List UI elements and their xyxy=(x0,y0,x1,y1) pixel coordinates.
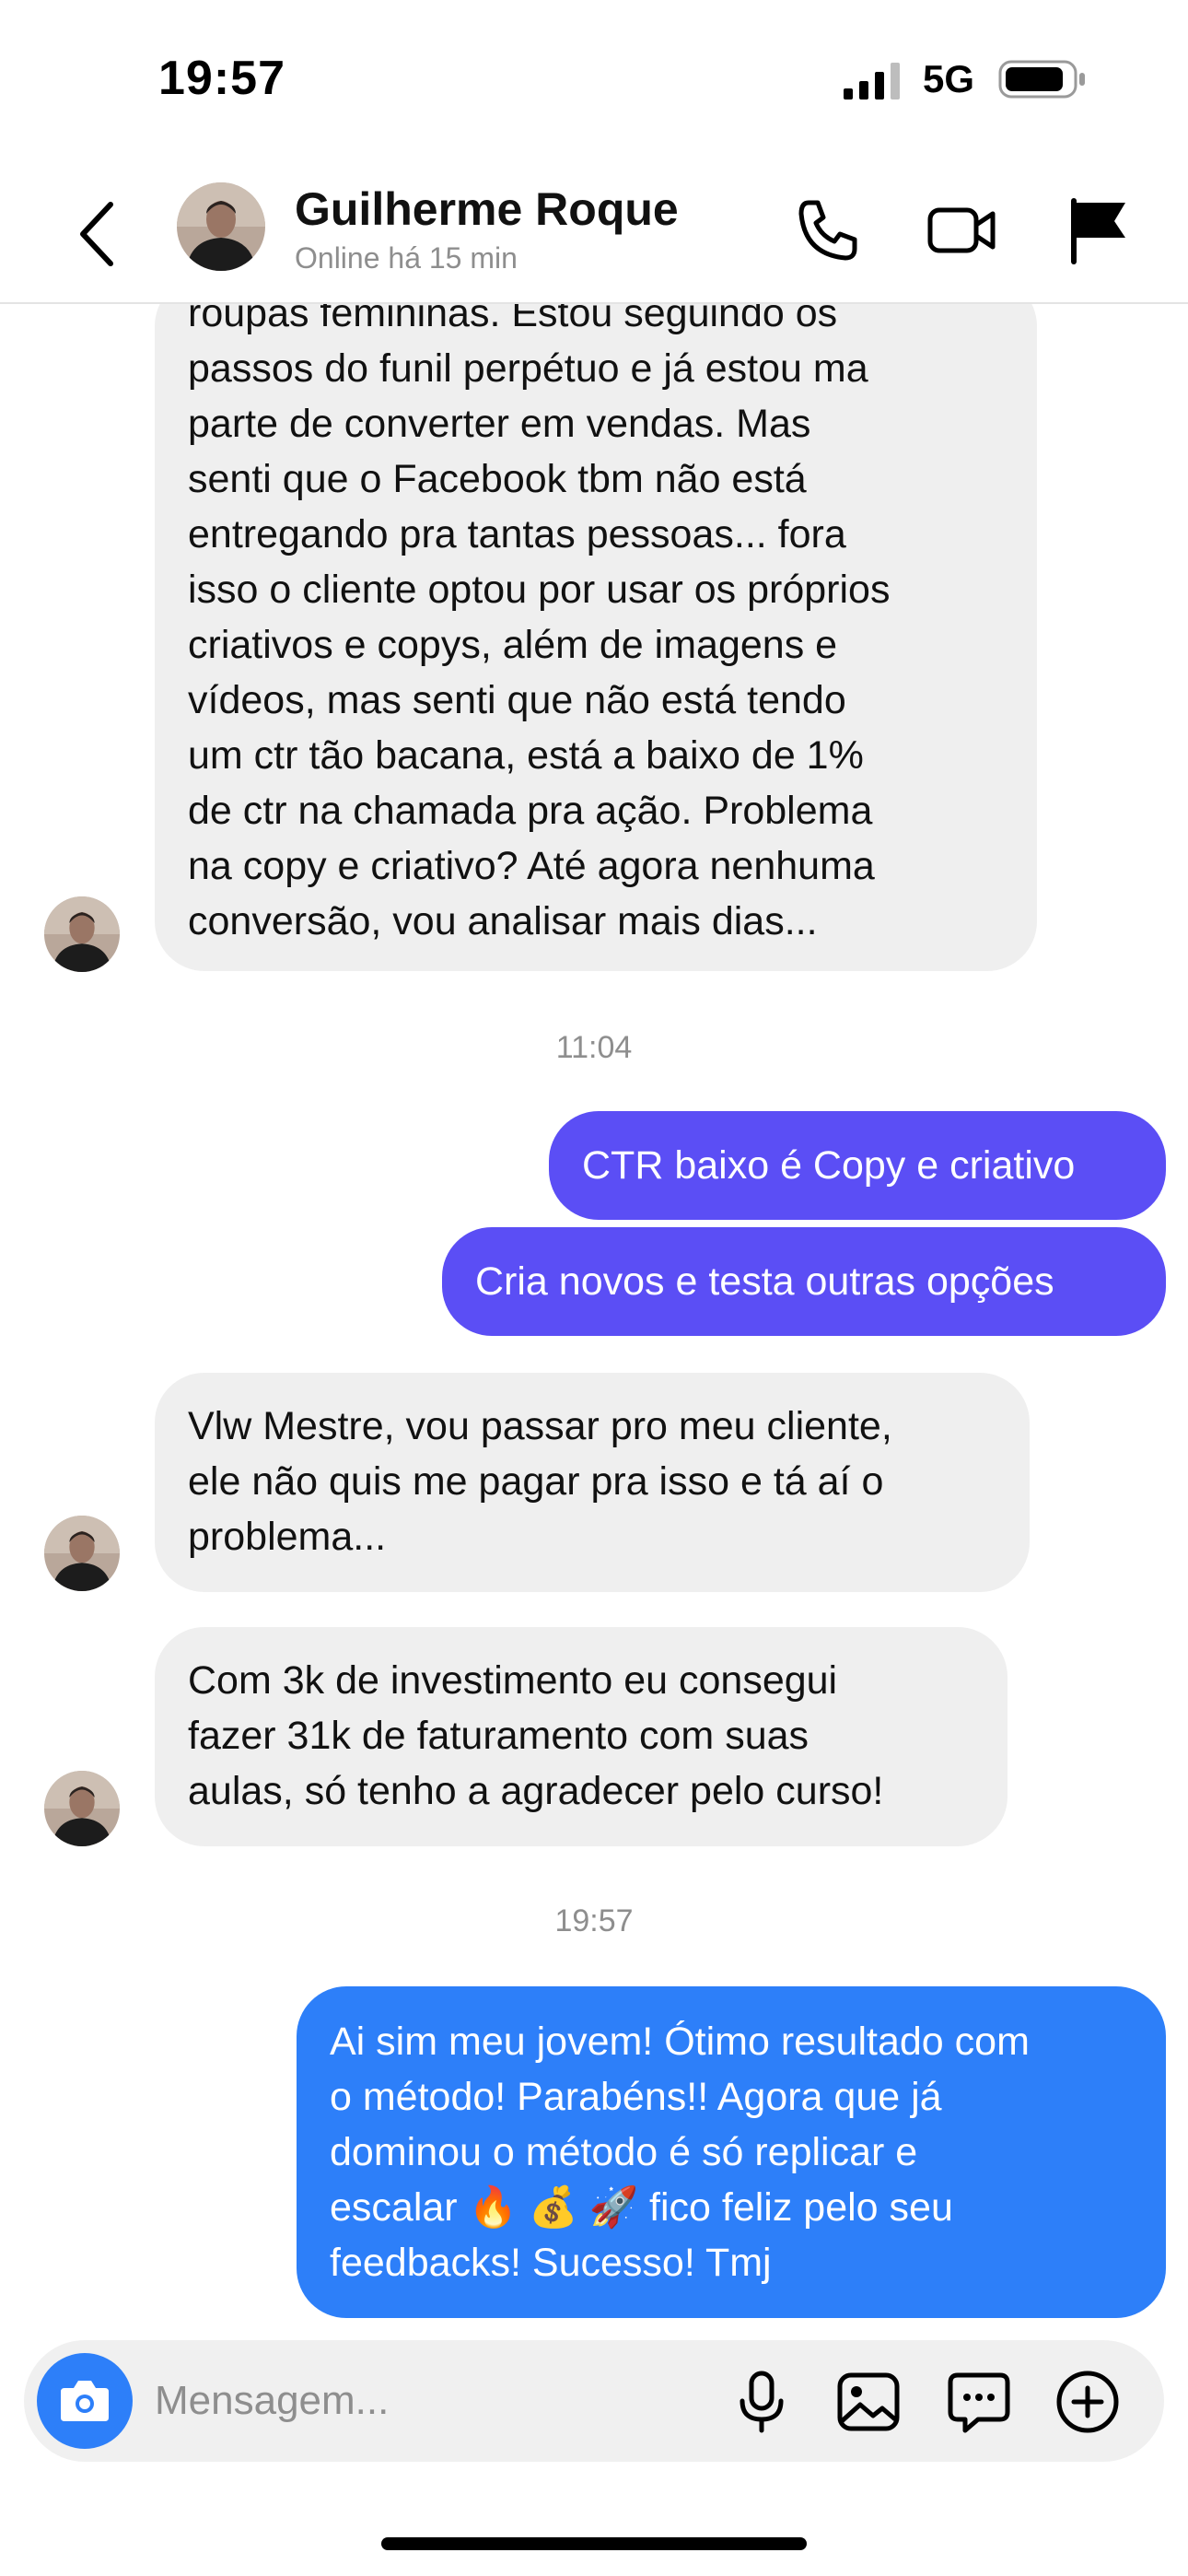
message-line: fazer 31k de faturamento com suas xyxy=(188,1714,809,1758)
message-line: Cria novos e testa outras opções xyxy=(475,1259,1054,1304)
microphone-icon[interactable] xyxy=(728,2368,796,2436)
message-line: de ctr na chamada pra ação. Problema xyxy=(188,789,873,833)
back-icon[interactable] xyxy=(72,197,123,271)
message-timestamp: 19:57 xyxy=(554,1903,634,1938)
message-line: Vlw Mestre, vou passar pro meu cliente, xyxy=(188,1404,892,1448)
message-composer xyxy=(24,2340,1164,2462)
message-line: o método! Parabéns!! Agora que já xyxy=(330,2075,942,2119)
message-line: feedbacks! Sucesso! Tmj xyxy=(330,2241,772,2285)
contact-name[interactable]: Guilherme Roque xyxy=(295,182,679,236)
message-line: vídeos, mas senti que não está tendo xyxy=(188,678,846,722)
message-line: problema... xyxy=(188,1515,387,1559)
gallery-icon[interactable] xyxy=(834,2368,903,2436)
avatar[interactable] xyxy=(44,896,120,972)
plus-icon[interactable] xyxy=(1054,2368,1122,2436)
message-bubble-incoming[interactable]: roupas femininas. Estou seguindo os pass… xyxy=(155,276,1037,971)
status-bar: 19:57 5G xyxy=(0,0,1188,157)
video-camera-icon[interactable] xyxy=(925,193,998,267)
message-line: Com 3k de investimento eu consegui xyxy=(188,1658,838,1703)
battery-icon xyxy=(998,60,1085,99)
avatar[interactable] xyxy=(177,182,265,271)
message-bubble-outgoing[interactable]: Cria novos e testa outras opções xyxy=(442,1227,1166,1336)
message-line: ele não quis me pagar pra isso e tá aí o xyxy=(188,1459,884,1504)
message-bubble-incoming[interactable]: Vlw Mestre, vou passar pro meu cliente, … xyxy=(155,1373,1030,1592)
message-line: CTR baixo é Copy e criativo xyxy=(582,1143,1076,1188)
contact-status: Online há 15 min xyxy=(295,241,518,275)
message-line: passos do funil perpétuo e já estou ma xyxy=(188,346,868,391)
message-timestamp: 11:04 xyxy=(555,1030,633,1065)
message-line: Ai sim meu jovem! Ótimo resultado com xyxy=(330,2020,1030,2064)
home-indicator[interactable] xyxy=(381,2537,807,2550)
message-line: um ctr tão bacana, está a baixo de 1% xyxy=(188,733,864,778)
message-line: conversão, vou analisar mais dias... xyxy=(188,899,818,943)
avatar[interactable] xyxy=(44,1771,120,1846)
message-line: aulas, só tenho a agradecer pelo curso! xyxy=(188,1769,884,1813)
flag-icon[interactable] xyxy=(1061,193,1135,267)
message-line: criativos e copys, além de imagens e xyxy=(188,623,838,667)
message-line: senti que o Facebook tbm não está xyxy=(188,457,807,501)
status-time: 19:57 xyxy=(158,52,285,105)
message-line: isso o cliente optou por usar os próprio… xyxy=(188,568,891,612)
camera-icon xyxy=(61,2381,109,2421)
message-line: dominou o método é só replicar e xyxy=(330,2130,918,2174)
avatar[interactable] xyxy=(44,1516,120,1591)
message-line: na copy e criativo? Até agora nenhuma xyxy=(188,844,875,888)
message-bubble-outgoing[interactable]: Ai sim meu jovem! Ótimo resultado com o … xyxy=(297,1986,1166,2318)
message-bubble-outgoing[interactable]: CTR baixo é Copy e criativo xyxy=(549,1111,1166,1220)
message-bubble-incoming[interactable]: Com 3k de investimento eu consegui fazer… xyxy=(155,1627,1007,1846)
cellular-signal-icon xyxy=(844,63,900,100)
message-line: entregando pra tantas pessoas... fora xyxy=(188,512,846,556)
network-type: 5G xyxy=(923,57,975,100)
camera-button[interactable] xyxy=(37,2353,133,2449)
chat-header-overlay: Guilherme Roque Online há 15 min xyxy=(0,157,1188,304)
sticker-icon[interactable] xyxy=(945,2368,1013,2436)
phone-icon[interactable] xyxy=(790,193,864,267)
message-input[interactable] xyxy=(155,2373,707,2429)
message-line: parte de converter em vendas. Mas xyxy=(188,402,811,446)
message-line: escalar 🔥 💰 🚀 fico feliz pelo seu xyxy=(330,2185,953,2230)
